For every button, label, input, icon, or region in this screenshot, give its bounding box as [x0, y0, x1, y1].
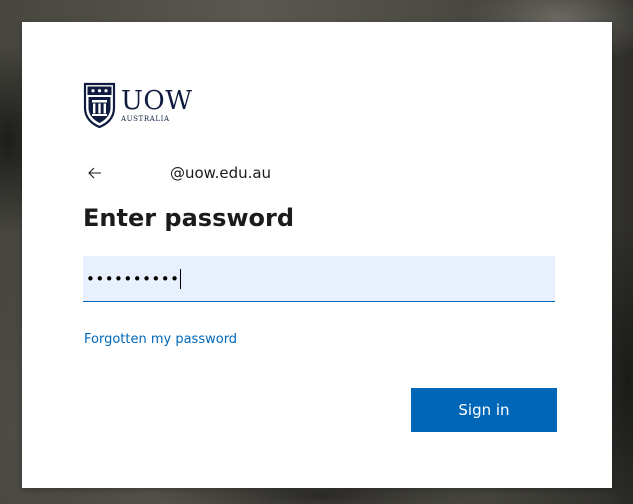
uow-crest-icon [83, 82, 116, 128]
forgot-password-link[interactable]: Forgotten my password [84, 332, 237, 347]
text-caret [180, 268, 182, 289]
arrow-left-icon[interactable] [84, 162, 106, 184]
identity-email: @uow.edu.au [170, 164, 272, 182]
password-masked-value: •••••••••• [86, 269, 180, 288]
password-input[interactable]: •••••••••• [83, 256, 555, 302]
page-title: Enter password [83, 204, 295, 232]
uow-logo: UOW AUSTRALIA [83, 82, 192, 128]
sign-in-card: UOW AUSTRALIA @uow.edu.au Enter password… [22, 22, 612, 488]
logo-subtitle: AUSTRALIA [121, 114, 170, 123]
page: UOW AUSTRALIA @uow.edu.au Enter password… [0, 0, 633, 504]
sign-in-button[interactable]: Sign in [411, 388, 557, 432]
identity-row: @uow.edu.au [84, 162, 271, 184]
logo-wordmark: UOW [121, 85, 193, 116]
